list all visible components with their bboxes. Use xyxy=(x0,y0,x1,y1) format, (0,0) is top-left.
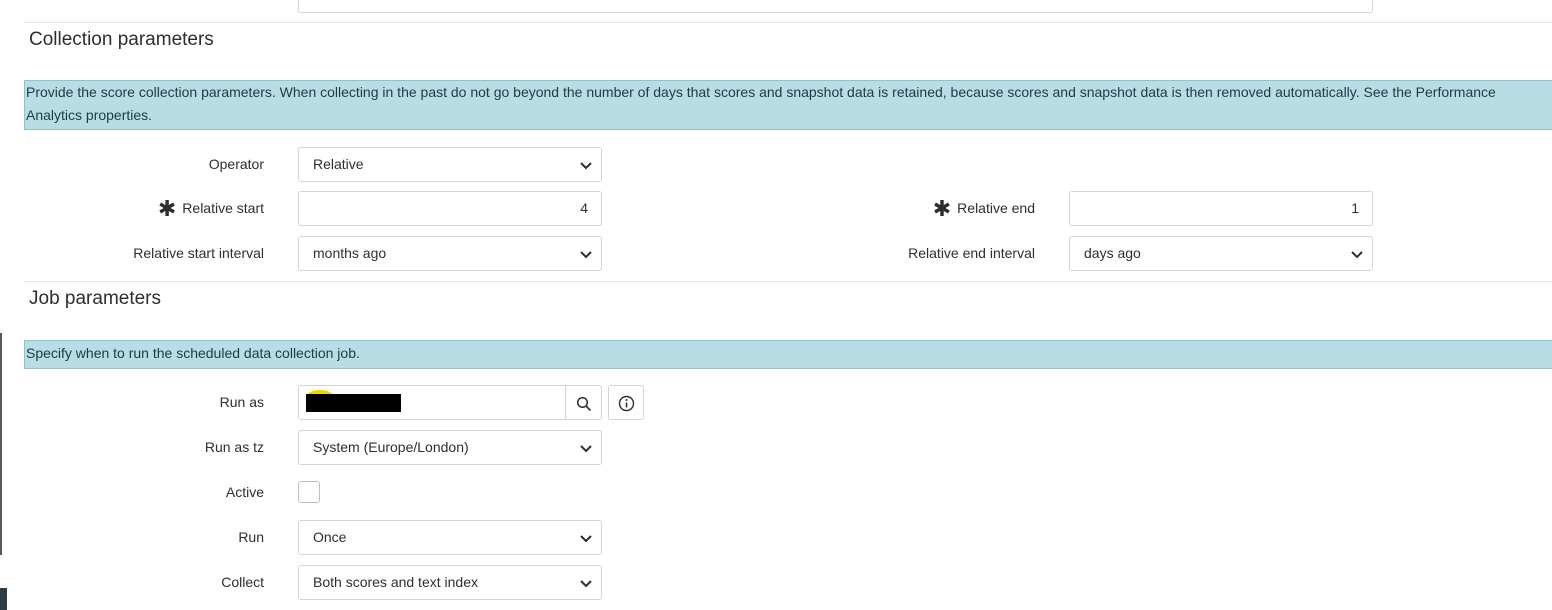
run-value: Once xyxy=(313,529,347,545)
chevron-down-icon xyxy=(1351,251,1363,259)
run-as-label: Run as xyxy=(219,394,264,410)
run-select[interactable]: Once xyxy=(298,520,602,555)
relative-start-interval-value: months ago xyxy=(313,245,387,261)
chevron-down-icon xyxy=(580,162,592,170)
run-as-info-button[interactable] xyxy=(608,385,644,420)
operator-value: Relative xyxy=(313,156,364,172)
chevron-down-icon xyxy=(580,580,592,588)
relative-start-interval-label: Relative start interval xyxy=(133,245,264,261)
section-divider xyxy=(24,281,1552,282)
relative-start-label-group: ✱ Relative start xyxy=(100,191,264,226)
active-checkbox[interactable] xyxy=(298,481,320,503)
operator-label: Operator xyxy=(208,156,264,172)
left-panel-edge xyxy=(0,333,2,555)
relative-start-input[interactable]: 4 xyxy=(298,191,602,226)
run-as-lookup-button[interactable] xyxy=(566,385,602,420)
relative-end-interval-select[interactable]: days ago xyxy=(1069,236,1373,271)
run-as-input[interactable] xyxy=(298,385,566,420)
required-asterisk-icon: ✱ xyxy=(932,195,952,221)
search-icon xyxy=(576,396,592,412)
previous-field-input[interactable] xyxy=(298,0,1373,13)
collect-select[interactable]: Both scores and text index xyxy=(298,565,602,600)
relative-end-input[interactable]: 1 xyxy=(1069,191,1373,226)
collect-value: Both scores and text index xyxy=(313,574,478,590)
run-as-tz-label: Run as tz xyxy=(204,439,264,455)
run-label: Run xyxy=(238,529,264,545)
redacted-user-value xyxy=(306,394,401,412)
operator-select[interactable]: Relative xyxy=(298,147,602,182)
relative-end-interval-label: Relative end interval xyxy=(908,245,1035,261)
run-as-tz-select[interactable]: System (Europe/London) xyxy=(298,430,602,465)
job-info-message: Specify when to run the scheduled data c… xyxy=(24,340,1552,369)
relative-start-label: Relative start xyxy=(182,200,264,216)
job-parameters-title: Job parameters xyxy=(29,288,162,309)
chevron-down-icon xyxy=(580,251,592,259)
relative-end-label-group: ✱ Relative end xyxy=(880,191,1035,226)
chevron-down-icon xyxy=(580,445,592,453)
collection-parameters-title: Collection parameters xyxy=(29,29,214,50)
relative-start-interval-select[interactable]: months ago xyxy=(298,236,602,271)
relative-end-label: Relative end xyxy=(957,200,1035,216)
active-label: Active xyxy=(225,484,264,500)
run-as-tz-value: System (Europe/London) xyxy=(313,439,469,455)
collection-info-message: Provide the score collection parameters.… xyxy=(24,80,1552,130)
collect-label: Collect xyxy=(221,574,264,590)
required-asterisk-icon: ✱ xyxy=(157,195,177,221)
left-panel-handle xyxy=(0,588,7,610)
chevron-down-icon xyxy=(580,535,592,543)
relative-end-interval-value: days ago xyxy=(1084,245,1141,261)
section-divider xyxy=(24,22,1552,23)
info-icon xyxy=(618,395,635,412)
